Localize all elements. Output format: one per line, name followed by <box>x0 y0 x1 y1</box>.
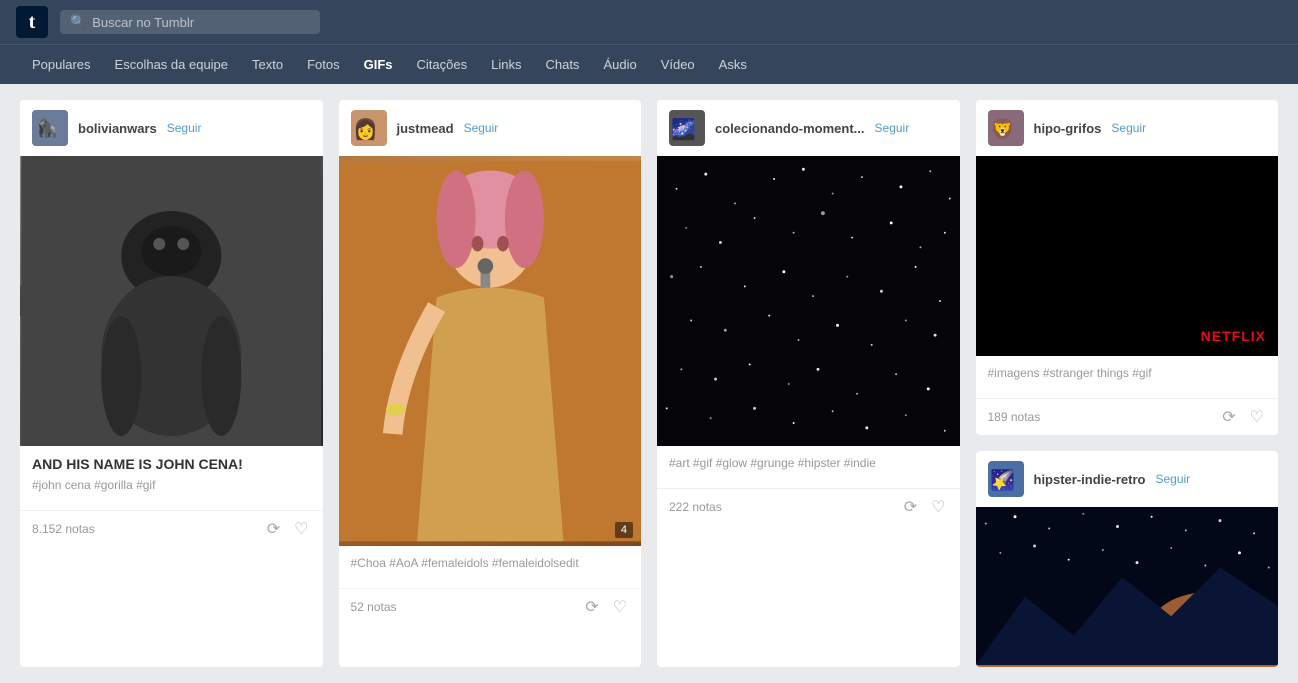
card-body-1: AND HIS NAME IS JOHN CENA! #john cena #g… <box>20 446 323 510</box>
card-footer-4a: 189 notas ⟳ ♡ <box>976 398 1279 435</box>
card-body-2: #Choa #AoA #femaleidols #femaleidolsedit <box>339 546 642 588</box>
post-card-1: 🦍 bolivianwars Seguir gifak.net ‹ <box>20 100 323 667</box>
avatar-bolivianwars[interactable]: 🦍 <box>32 110 68 146</box>
follow-btn-justmead[interactable]: Seguir <box>464 121 499 135</box>
card-header-3: 🌌 colecionando-moment... Seguir <box>657 100 960 156</box>
nav-video[interactable]: Vídeo <box>649 45 707 85</box>
nav-asks[interactable]: Asks <box>707 45 759 85</box>
post-card-4b: 🌠 hipster-indie-retro Seguir <box>976 451 1279 667</box>
post-card-2: 👩 justmead Seguir <box>339 100 642 667</box>
card-header-4a: 🦁 hipo-grifos Seguir <box>976 100 1279 156</box>
card-image-3[interactable] <box>657 156 960 446</box>
avatar-colecionando[interactable]: 🌌 <box>669 110 705 146</box>
reblog-btn-1[interactable]: ⟳ <box>265 517 282 541</box>
post-card-4a: 🦁 hipo-grifos Seguir NETFLIX #imagens #s… <box>976 100 1279 435</box>
notes-1: 8.152 notas <box>32 522 95 536</box>
search-icon: 🔍 <box>70 14 86 30</box>
content: 🦍 bolivianwars Seguir gifak.net ‹ <box>0 84 1298 683</box>
post-tags-2: #Choa #AoA #femaleidols #femaleidolsedit <box>351 556 630 570</box>
post-tags-4a: #imagens #stranger things #gif <box>988 366 1267 380</box>
card-footer-3: 222 notas ⟳ ♡ <box>657 488 960 525</box>
image-badge-2: 4 <box>615 522 633 538</box>
follow-btn-hipo[interactable]: Seguir <box>1111 121 1146 135</box>
card-body-4a: #imagens #stranger things #gif <box>976 356 1279 398</box>
post-tags-3: #art #gif #glow #grunge #hipster #indie <box>669 456 948 470</box>
nav-fotos[interactable]: Fotos <box>295 45 352 85</box>
username-hipo[interactable]: hipo-grifos <box>1034 121 1102 136</box>
card-body-3: #art #gif #glow #grunge #hipster #indie <box>657 446 960 488</box>
card-header-1: 🦍 bolivianwars Seguir <box>20 100 323 156</box>
card-actions-3: ⟳ ♡ <box>902 495 948 519</box>
notes-4a: 189 notas <box>988 410 1041 424</box>
card-image-4a[interactable]: NETFLIX <box>976 156 1279 356</box>
reblog-btn-3[interactable]: ⟳ <box>902 495 919 519</box>
nav-chats[interactable]: Chats <box>533 45 591 85</box>
username-bolivianwars[interactable]: bolivianwars <box>78 121 157 136</box>
svg-text:🌠: 🌠 <box>990 468 1015 492</box>
username-justmead[interactable]: justmead <box>397 121 454 136</box>
card-header-2: 👩 justmead Seguir <box>339 100 642 156</box>
reblog-btn-4a[interactable]: ⟳ <box>1220 405 1237 429</box>
username-colecionando[interactable]: colecionando-moment... <box>715 121 865 136</box>
reblog-btn-2[interactable]: ⟳ <box>583 595 600 619</box>
nav-audio[interactable]: Áudio <box>591 45 648 85</box>
follow-btn-hipster[interactable]: Seguir <box>1155 472 1190 486</box>
nav-links[interactable]: Links <box>479 45 533 85</box>
posts-grid: 🦍 bolivianwars Seguir gifak.net ‹ <box>20 100 1278 667</box>
svg-text:🦍: 🦍 <box>36 117 58 138</box>
search-input[interactable] <box>92 15 310 30</box>
nav-citacoes[interactable]: Citações <box>405 45 480 85</box>
svg-text:🦁: 🦁 <box>990 117 1015 141</box>
like-btn-4a[interactable]: ♡ <box>1248 405 1266 429</box>
post-tags-1: #john cena #gorilla #gif <box>32 478 311 492</box>
notes-3: 222 notas <box>669 500 722 514</box>
tumblr-logo[interactable]: t <box>16 6 48 38</box>
follow-btn-bolivianwars[interactable]: Seguir <box>167 121 202 135</box>
post-text-1: AND HIS NAME IS JOHN CENA! <box>32 456 311 472</box>
nav-gifs[interactable]: GIFs <box>352 45 405 85</box>
card-footer-2: 52 notas ⟳ ♡ <box>339 588 642 625</box>
card-image-4b[interactable] <box>976 507 1279 667</box>
svg-text:🌌: 🌌 <box>671 117 696 141</box>
avatar-hipster[interactable]: 🌠 <box>988 461 1024 497</box>
nav-texto[interactable]: Texto <box>240 45 295 85</box>
header: t 🔍 <box>0 0 1298 44</box>
username-hipster[interactable]: hipster-indie-retro <box>1034 472 1146 487</box>
card-actions-2: ⟳ ♡ <box>583 595 629 619</box>
card-header-4b: 🌠 hipster-indie-retro Seguir <box>976 451 1279 507</box>
like-btn-1[interactable]: ♡ <box>292 517 310 541</box>
card-image-1[interactable]: gifak.net ‹ <box>20 156 323 446</box>
card-footer-1: 8.152 notas ⟳ ♡ <box>20 510 323 547</box>
card-actions-4a: ⟳ ♡ <box>1220 405 1266 429</box>
netflix-logo: NETFLIX <box>1201 328 1266 344</box>
follow-btn-colecionando[interactable]: Seguir <box>875 121 910 135</box>
like-btn-2[interactable]: ♡ <box>611 595 629 619</box>
post-card-3: 🌌 colecionando-moment... Seguir <box>657 100 960 667</box>
notes-2: 52 notas <box>351 600 397 614</box>
column-4: 🦁 hipo-grifos Seguir NETFLIX #imagens #s… <box>976 100 1279 667</box>
nav: Populares Escolhas da equipe Texto Fotos… <box>0 44 1298 84</box>
card-image-2[interactable]: 4 <box>339 156 642 546</box>
svg-text:👩: 👩 <box>353 117 378 141</box>
card-actions-1: ⟳ ♡ <box>265 517 311 541</box>
nav-escolhas[interactable]: Escolhas da equipe <box>103 45 240 85</box>
nav-populares[interactable]: Populares <box>20 45 103 85</box>
search-bar[interactable]: 🔍 <box>60 10 320 34</box>
avatar-justmead[interactable]: 👩 <box>351 110 387 146</box>
avatar-hipo[interactable]: 🦁 <box>988 110 1024 146</box>
like-btn-3[interactable]: ♡ <box>929 495 947 519</box>
